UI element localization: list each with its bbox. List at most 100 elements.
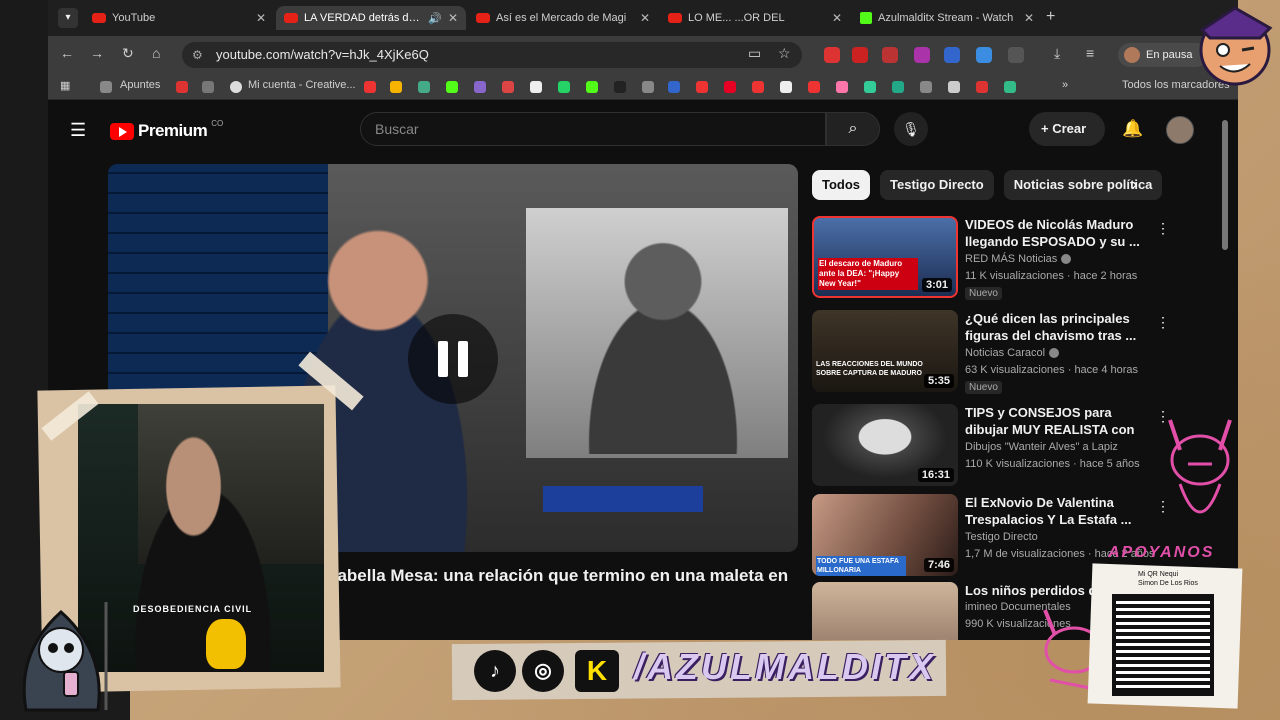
extension-icon[interactable] (824, 47, 840, 63)
more-options-icon[interactable]: ⋮ (1156, 314, 1170, 331)
bookmark-icon[interactable] (202, 81, 214, 93)
tab-lo-mejor[interactable]: LO ME... ...OR DEL ✕ (660, 6, 850, 30)
close-icon[interactable]: ✕ (256, 11, 266, 25)
chip-todos[interactable]: Todos (812, 170, 871, 200)
extension-icon[interactable] (976, 47, 992, 63)
rec-title[interactable]: VIDEOS de Nicolás Maduro llegando ESPOSA… (965, 216, 1155, 250)
close-icon[interactable]: ✕ (448, 11, 458, 25)
download-icon[interactable]: ⤓ (1054, 45, 1060, 62)
chip-testigo-directo[interactable]: Testigo Directo (880, 170, 994, 200)
tab-mercado[interactable]: Así es el Mercado de Magi ✕ (468, 6, 658, 30)
kick-icon[interactable] (586, 81, 598, 93)
duration-badge: 5:35 (923, 374, 954, 388)
video-thumbnail[interactable]: El descaro de Maduro ante la DEA: "¡Happ… (812, 216, 958, 298)
bookmark-icon[interactable] (696, 81, 708, 93)
extension-icon[interactable] (852, 47, 868, 63)
rec-channel[interactable]: RED MÁS Noticias (965, 253, 1072, 265)
channel-name: Noticias Caracol (965, 347, 1046, 359)
pause-icon[interactable] (408, 314, 498, 404)
menu-icon[interactable]: ☰ (70, 120, 86, 141)
video-thumbnail[interactable]: 16:31 (812, 404, 958, 486)
pinterest-icon[interactable] (724, 81, 736, 93)
video-thumbnail[interactable]: TODO FUE UNA ESTAFA MILLONARIA 7:46 (812, 494, 958, 576)
tab-kick-stream[interactable]: Azulmalditx Stream - Watch ✕ (852, 6, 1042, 30)
search-button[interactable]: ⌕ (826, 112, 880, 146)
media-control-icon[interactable]: ≡ (1086, 45, 1094, 61)
bookmark-icon[interactable] (176, 81, 188, 93)
bookmark-icon[interactable] (390, 81, 402, 93)
close-icon[interactable]: ✕ (832, 11, 842, 25)
notifications-bell-icon[interactable]: 🔔 (1122, 119, 1143, 139)
reload-icon[interactable]: ↻ (122, 45, 134, 62)
extension-icon[interactable] (882, 47, 898, 63)
create-button[interactable]: + Crear (1029, 112, 1105, 146)
bookmark-icon[interactable] (642, 81, 654, 93)
whatsapp-icon[interactable] (558, 81, 570, 93)
video-thumbnail[interactable] (812, 582, 958, 640)
tab-bar: ▾ YouTube ✕ LA VERDAD detrás del c 🔊 ✕ A… (48, 0, 1238, 36)
extensions-puzzle-icon[interactable] (1008, 47, 1024, 63)
bookmark-icon[interactable] (474, 81, 486, 93)
bookmark-icon[interactable] (836, 81, 848, 93)
bookmark-icon[interactable] (948, 81, 960, 93)
site-info-icon[interactable]: ⚙ (192, 42, 203, 68)
cast-icon[interactable]: ▭ (748, 45, 761, 62)
bookmark-icon[interactable] (502, 81, 514, 93)
youtube-logo[interactable]: Premium CO (110, 118, 224, 141)
bookmark-icon[interactable] (614, 81, 626, 93)
bookmark-icon[interactable] (808, 81, 820, 93)
rec-channel[interactable]: Testigo Directo (965, 531, 1038, 543)
search-input[interactable]: Buscar (360, 112, 826, 146)
list-item[interactable]: El descaro de Maduro ante la DEA: "¡Happ… (812, 216, 1212, 300)
bookmark-icon[interactable] (780, 81, 792, 93)
new-tab-button[interactable]: + (1046, 8, 1055, 26)
tab-youtube[interactable]: YouTube ✕ (84, 6, 274, 30)
bookmark-icon[interactable] (920, 81, 932, 93)
bookmark-mi-cuenta[interactable]: Mi cuenta - Creative... (248, 79, 356, 91)
bookmark-icon[interactable] (864, 81, 876, 93)
rec-title[interactable]: El ExNovio De Valentina Trespalacios Y L… (965, 494, 1155, 528)
rec-title[interactable]: TIPS y CONSEJOS para dibujar MUY REALIST… (965, 404, 1155, 438)
extension-icon[interactable] (914, 47, 930, 63)
close-icon[interactable]: ✕ (1024, 11, 1034, 25)
tab-la-verdad[interactable]: LA VERDAD detrás del c 🔊 ✕ (276, 6, 466, 30)
bookmark-icon[interactable] (892, 81, 904, 93)
account-avatar[interactable] (1166, 116, 1194, 144)
apps-grid-icon[interactable]: ▦ (60, 79, 70, 92)
logo-region: CO (211, 118, 224, 128)
bookmark-icon[interactable] (446, 81, 458, 93)
extension-icon[interactable] (944, 47, 960, 63)
new-badge: Nuevo (965, 381, 1002, 394)
close-icon[interactable]: ✕ (640, 11, 650, 25)
chevron-right-icon[interactable]: › (1132, 176, 1137, 194)
back-icon[interactable]: ← (60, 45, 74, 61)
bookmark-icon[interactable] (418, 81, 430, 93)
forward-icon[interactable]: → (90, 45, 104, 61)
bookmark-apuntes[interactable]: Apuntes (120, 79, 160, 91)
mic-icon: 🎙 (902, 121, 920, 137)
more-bookmarks-icon[interactable]: » (1062, 79, 1068, 91)
list-item[interactable]: LAS REACCIONES DEL MUNDO SOBRE CAPTURA D… (812, 310, 1212, 394)
rec-title[interactable]: ¿Qué dicen las principales figuras del c… (965, 310, 1155, 344)
rec-meta: 110 K visualizaciones · hace 5 años (965, 458, 1140, 470)
video-thumbnail[interactable]: LAS REACCIONES DEL MUNDO SOBRE CAPTURA D… (812, 310, 958, 392)
bookmark-icon[interactable] (976, 81, 988, 93)
rec-channel[interactable]: Dibujos "Wanteir Alves" a Lapiz (965, 441, 1118, 453)
bookmark-icon[interactable] (530, 81, 542, 93)
bookmark-icon[interactable] (364, 81, 376, 93)
bookmark-icon[interactable] (1004, 81, 1016, 93)
tab-search-button[interactable]: ▾ (58, 8, 78, 28)
home-icon[interactable]: ⌂ (152, 45, 160, 61)
tab-title: YouTube (112, 12, 156, 24)
speaker-icon[interactable]: 🔊 (428, 12, 442, 25)
youtube-icon[interactable] (752, 81, 764, 93)
scrollbar[interactable] (1222, 120, 1228, 250)
rec-channel[interactable]: Noticias Caracol (965, 347, 1060, 359)
address-bar[interactable]: ⚙ youtube.com/watch?v=hJk_4XjKe6Q (182, 42, 802, 68)
chip-noticias-politica[interactable]: Noticias sobre política (1003, 170, 1163, 200)
voice-search-button[interactable]: 🎙 (894, 112, 928, 146)
bookmark-star-icon[interactable]: ☆ (778, 45, 791, 62)
folder-icon (100, 81, 112, 93)
bookmark-icon[interactable] (668, 81, 680, 93)
more-options-icon[interactable]: ⋮ (1156, 220, 1170, 237)
